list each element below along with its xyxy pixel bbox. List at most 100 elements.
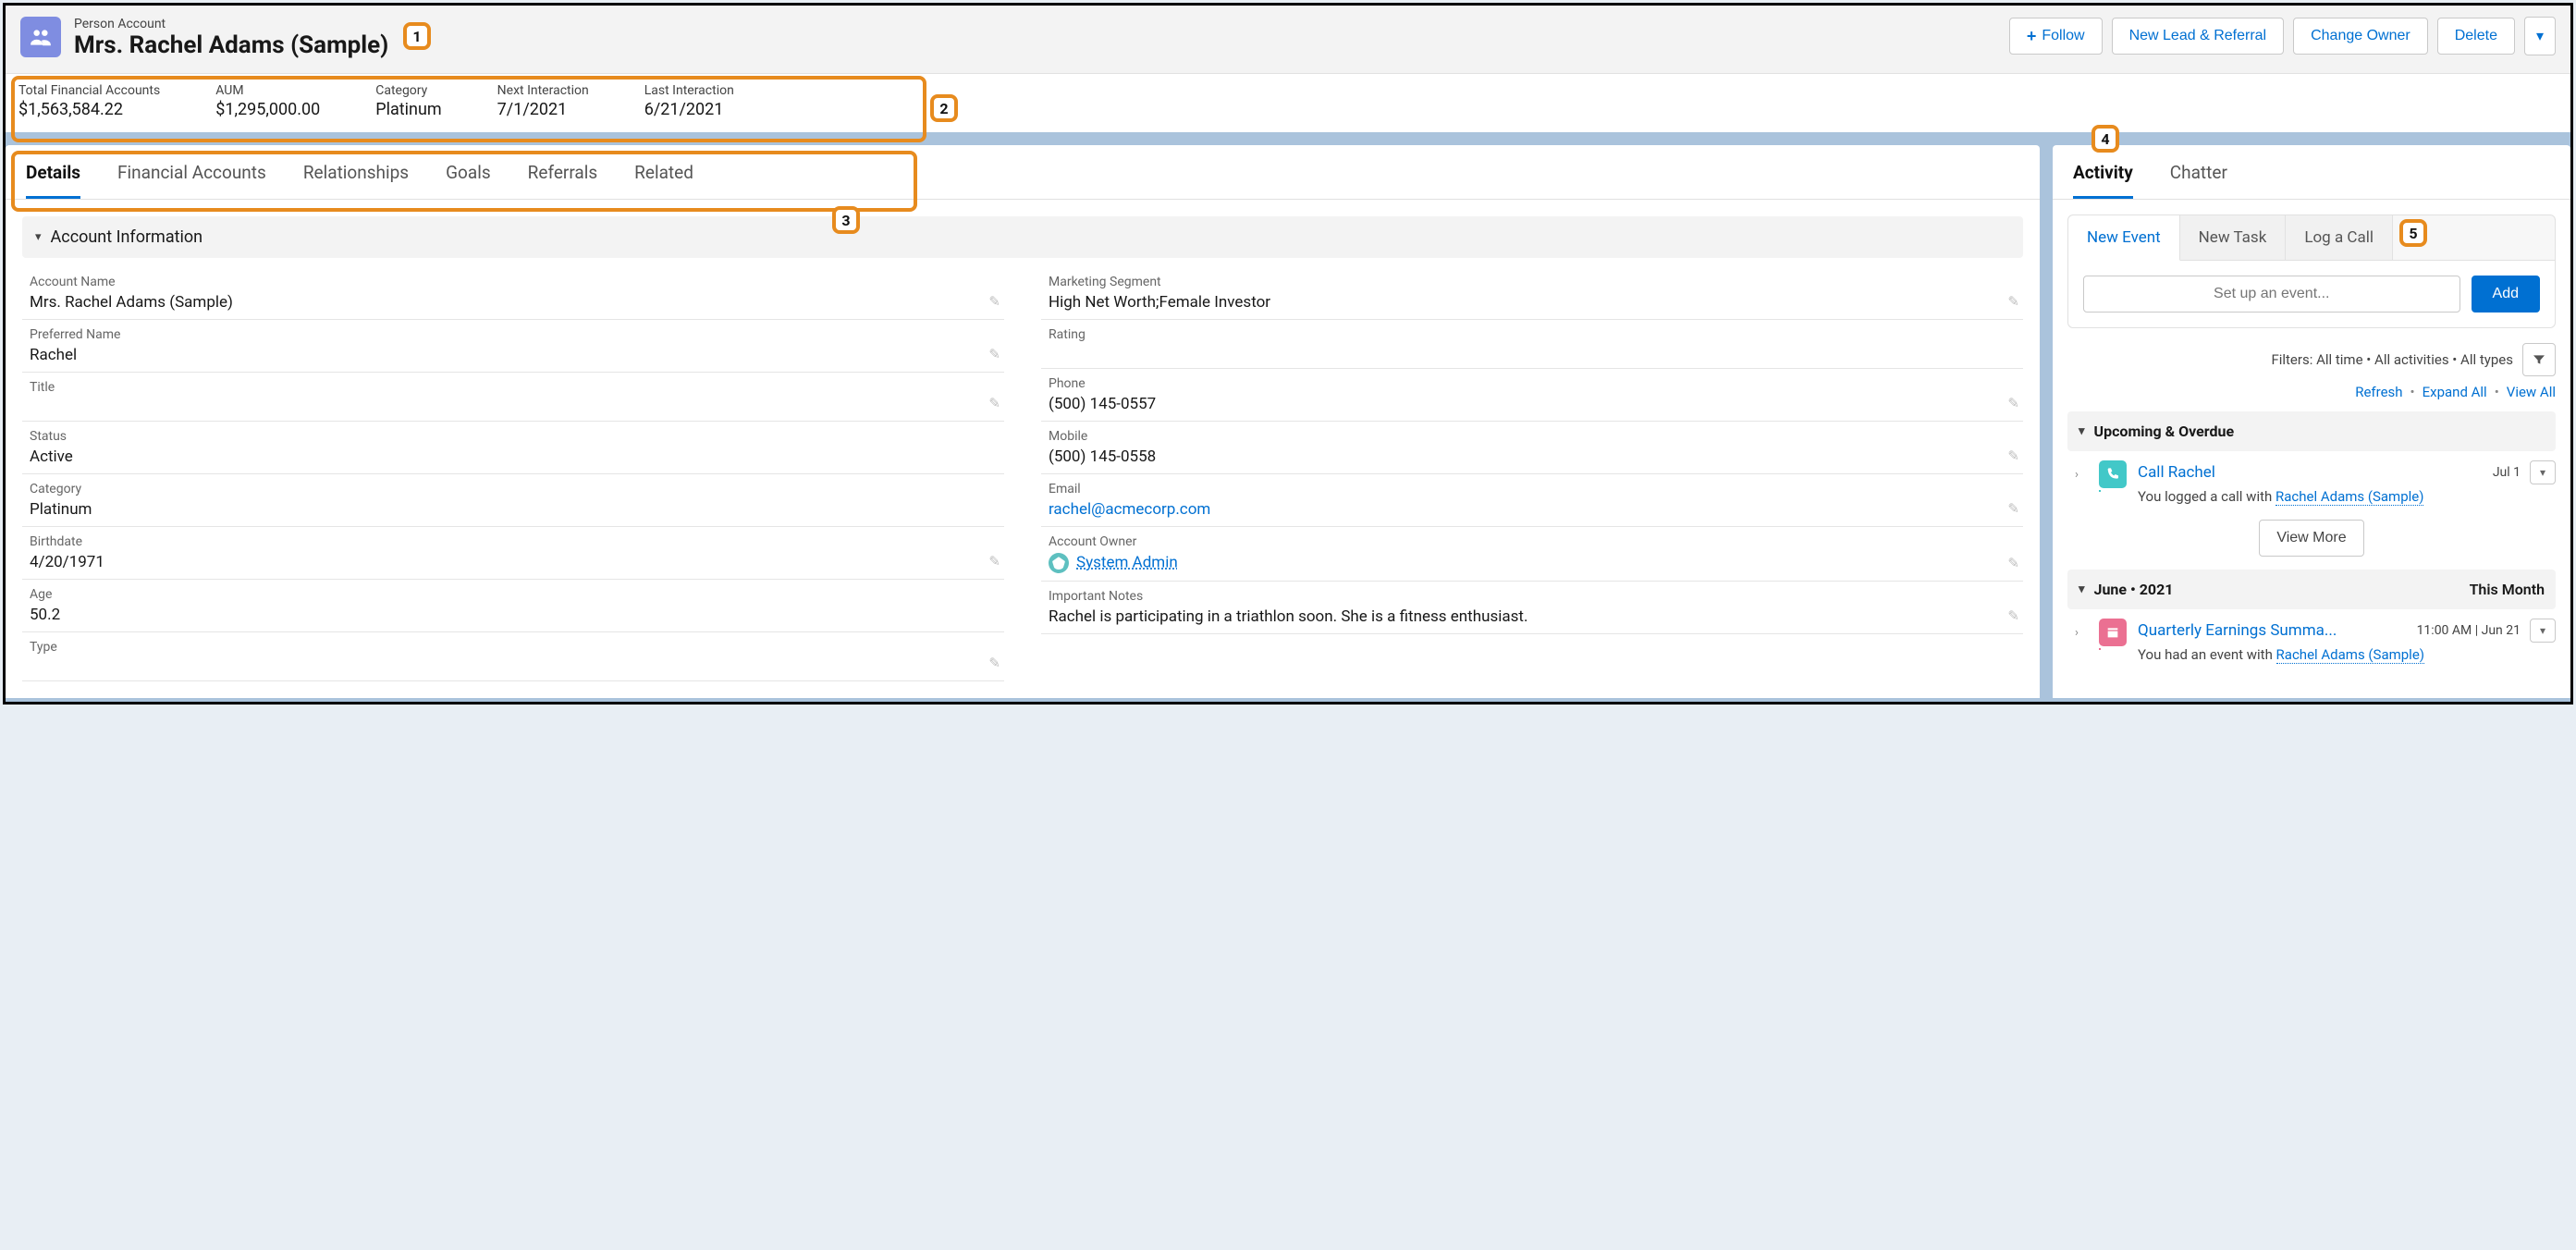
account-owner-link[interactable]: System Admin <box>1076 554 1178 572</box>
tab-related[interactable]: Related <box>634 162 693 199</box>
kpi-label: Next Interaction <box>497 83 589 98</box>
kpi-label: AUM <box>215 83 320 98</box>
refresh-link[interactable]: Refresh <box>2355 384 2402 400</box>
add-button[interactable]: Add <box>2472 276 2540 312</box>
field-label: Email <box>1049 482 2016 496</box>
tab-financial-accounts[interactable]: Financial Accounts <box>117 162 266 199</box>
field-value-email[interactable]: rachel@acmecorp.com <box>1049 496 2016 521</box>
avatar-icon <box>1049 553 1069 573</box>
filter-icon[interactable] <box>2522 343 2556 376</box>
activity-contact-link[interactable]: Rachel Adams (Sample) <box>2275 488 2423 506</box>
field-label: Marketing Segment <box>1049 275 2016 289</box>
pencil-icon[interactable]: ✎ <box>2007 395 2019 411</box>
more-actions-button[interactable]: ▾ <box>2524 17 2556 55</box>
tab-details[interactable]: Details <box>26 162 80 199</box>
field-value <box>30 655 997 675</box>
tab-goals[interactable]: Goals <box>446 162 491 199</box>
kpi-label: Last Interaction <box>644 83 734 98</box>
field-value: (500) 145-0558 <box>1049 444 2016 468</box>
group-upcoming-overdue[interactable]: ▾ Upcoming & Overdue <box>2067 411 2556 451</box>
change-owner-button[interactable]: Change Owner <box>2293 18 2428 55</box>
pencil-icon[interactable]: ✎ <box>988 655 1000 671</box>
log-call-icon <box>2099 460 2127 488</box>
callout-3: 3 <box>832 206 860 234</box>
tab-activity[interactable]: Activity <box>2073 162 2133 199</box>
kpi-value: Platinum <box>375 100 441 119</box>
kpi-label: Total Financial Accounts <box>18 83 160 98</box>
field-label: Category <box>30 482 997 496</box>
activity-tab-log-call[interactable]: Log a Call <box>2286 215 2393 261</box>
tab-referrals[interactable]: Referrals <box>528 162 598 199</box>
callout-4: 4 <box>2091 125 2119 153</box>
chevron-down-icon: ▾ <box>2079 582 2085 596</box>
section-title: Account Information <box>51 227 203 247</box>
follow-button[interactable]: +Follow <box>2009 18 2103 55</box>
field-value: Active <box>30 444 997 468</box>
field-value: 50.2 <box>30 602 997 626</box>
new-event-input[interactable] <box>2083 276 2460 312</box>
activity-item-date: 11:00 AM | Jun 21 <box>2417 623 2521 638</box>
delete-button[interactable]: Delete <box>2437 18 2515 55</box>
field-label: Mobile <box>1049 429 2016 444</box>
tab-chatter[interactable]: Chatter <box>2170 162 2227 199</box>
pencil-icon[interactable]: ✎ <box>988 553 1000 570</box>
chevron-down-icon: ▾ <box>35 230 42 244</box>
pencil-icon[interactable]: ✎ <box>2007 293 2019 310</box>
kpi-value: 6/21/2021 <box>644 100 734 119</box>
left-tab-bar: Details Financial Accounts Relationships… <box>6 145 2040 200</box>
activity-item-title[interactable]: Quarterly Earnings Summa... <box>2138 621 2408 640</box>
field-label: Phone <box>1049 376 2016 391</box>
field-value: Rachel <box>30 342 997 366</box>
activity-item-date: Jul 1 <box>2493 465 2521 480</box>
field-value: Mrs. Rachel Adams (Sample) <box>30 289 997 313</box>
field-label: Title <box>30 380 997 395</box>
pencil-icon[interactable]: ✎ <box>988 395 1000 411</box>
activity-contact-link[interactable]: Rachel Adams (Sample) <box>2276 646 2424 664</box>
pencil-icon[interactable]: ✎ <box>2007 555 2019 571</box>
field-value: (500) 145-0557 <box>1049 391 2016 415</box>
pencil-icon[interactable]: ✎ <box>2007 447 2019 464</box>
field-label: Type <box>30 640 997 655</box>
plus-icon: + <box>2027 28 2037 44</box>
person-account-icon <box>20 17 61 57</box>
pencil-icon[interactable]: ✎ <box>988 346 1000 362</box>
kpi-label: Category <box>375 83 441 98</box>
pencil-icon[interactable]: ✎ <box>988 293 1000 310</box>
new-lead-referral-button[interactable]: New Lead & Referral <box>2112 18 2285 55</box>
field-value <box>30 395 997 415</box>
pencil-icon[interactable]: ✎ <box>2007 607 2019 624</box>
field-value: High Net Worth;Female Investor <box>1049 289 2016 313</box>
kpi-bar: Total Financial Accounts $1,563,584.22 AU… <box>6 74 2570 132</box>
chevron-down-icon: ▾ <box>2079 424 2085 438</box>
expand-all-link[interactable]: Expand All <box>2423 384 2487 400</box>
chevron-right-icon[interactable]: › <box>2075 619 2088 640</box>
tab-relationships[interactable]: Relationships <box>303 162 409 199</box>
field-label: Birthdate <box>30 534 997 549</box>
kpi-value: $1,295,000.00 <box>215 100 320 119</box>
caret-down-icon: ▾ <box>2536 27 2544 45</box>
event-icon <box>2099 619 2127 646</box>
callout-5: 5 <box>2399 219 2427 247</box>
chevron-right-icon[interactable]: › <box>2075 460 2088 482</box>
kpi-value: 7/1/2021 <box>497 100 589 119</box>
activity-tab-new-event[interactable]: New Event <box>2068 215 2180 261</box>
field-value <box>1049 342 2016 362</box>
kpi-value: $1,563,584.22 <box>18 100 160 119</box>
view-more-button[interactable]: View More <box>2259 520 2363 557</box>
callout-1: 1 <box>403 22 431 50</box>
field-label: Rating <box>1049 327 2016 342</box>
this-month-label: This Month <box>2470 581 2545 598</box>
pencil-icon[interactable]: ✎ <box>2007 500 2019 517</box>
group-june-2021[interactable]: ▾ June • 2021 This Month <box>2067 570 2556 609</box>
page-title: Mrs. Rachel Adams (Sample) <box>74 31 1996 60</box>
activity-item-menu[interactable]: ▾ <box>2530 619 2556 643</box>
activity-filters-text: Filters: All time • All activities • All… <box>2271 351 2513 368</box>
field-value: Rachel is participating in a triathlon s… <box>1049 604 2016 628</box>
field-value: Platinum <box>30 496 997 521</box>
section-account-information[interactable]: ▾ Account Information <box>22 216 2023 258</box>
activity-tab-new-task[interactable]: New Task <box>2180 215 2287 261</box>
activity-item-menu[interactable]: ▾ <box>2530 460 2556 484</box>
view-all-link[interactable]: View All <box>2507 384 2556 400</box>
activity-item-title[interactable]: Call Rachel <box>2138 463 2484 482</box>
callout-2: 2 <box>930 94 958 122</box>
